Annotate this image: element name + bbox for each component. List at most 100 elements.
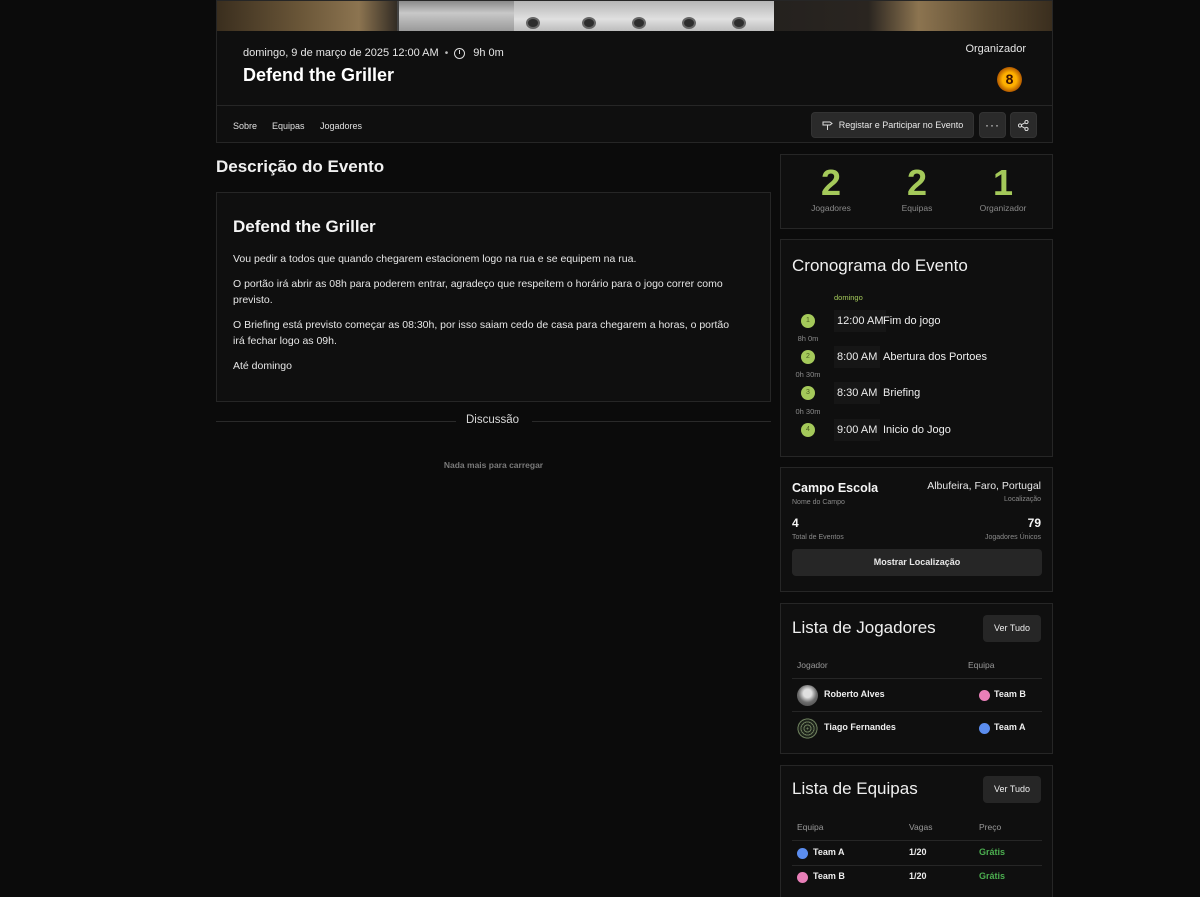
players-list-card: Lista de Jogadores Ver Tudo Jogador Equi…: [780, 603, 1053, 754]
schedule-item: 3 8:30 AM Briefing: [781, 382, 1052, 404]
stopwatch-icon: [454, 47, 466, 59]
table-row[interactable]: Team B 1/20 Grátis: [792, 865, 1042, 889]
schedule-day: domingo: [834, 293, 863, 302]
signpost-icon: [822, 121, 833, 130]
divider-line: [532, 421, 771, 422]
schedule-title: Cronograma do Evento: [792, 256, 968, 275]
stats-card: 2 Jogadores 2 Equipas 1 Organizador: [780, 154, 1053, 229]
event-title: Defend the Griller: [243, 65, 395, 85]
schedule-item: 1 12:00 AM Fim do jogo: [781, 310, 1052, 332]
player-name[interactable]: Tiago Fernandes: [824, 722, 896, 732]
schedule-card: Cronograma do Evento domingo 1 12:00 AM …: [780, 239, 1053, 457]
team-slots: 1/20: [909, 871, 927, 881]
teams-list-title: Lista de Equipas: [792, 779, 918, 798]
stat-players: 2 Jogadores: [786, 162, 876, 214]
column-header-player: Jogador: [797, 660, 828, 670]
stat-label: Equipas: [901, 203, 933, 213]
divider-line: [216, 421, 456, 422]
team-slots: 1/20: [909, 847, 927, 857]
table-row[interactable]: Team A 1/20 Grátis: [792, 841, 1042, 865]
stat-value: 2: [906, 162, 928, 203]
empty-discussion-text: Nada mais para carregar: [443, 460, 544, 470]
tabs-bar: Sobre Equipas Jogadores Registar e Parti…: [217, 105, 1052, 142]
discussion-divider: Discussão: [216, 414, 771, 430]
register-button[interactable]: Registar e Participar no Evento: [811, 112, 974, 138]
more-options-button[interactable]: ···: [979, 112, 1006, 138]
description-heading: Descrição do Evento: [216, 157, 385, 176]
description-paragraph: Vou pedir a todos que quando chegarem es…: [233, 253, 637, 265]
team-price: Grátis: [979, 847, 1006, 857]
schedule-item: 4 9:00 AM Inicio do Jogo: [781, 419, 1052, 441]
description-paragraph: Até domingo: [233, 360, 292, 372]
ellipsis-icon: ···: [985, 118, 1000, 132]
stat-value: 2: [820, 162, 842, 203]
schedule-name: Inicio do Jogo: [883, 424, 951, 436]
column-header-team: Equipa: [968, 660, 995, 670]
avatar: [797, 718, 818, 739]
schedule-name: Fim do jogo: [883, 315, 941, 327]
share-button[interactable]: [1010, 112, 1037, 138]
team-name: Team B: [813, 871, 845, 881]
stat-label: Organizador: [979, 203, 1027, 213]
table-row[interactable]: Tiago Fernandes Team A: [792, 712, 1042, 744]
venue-location-label: Localização: [1004, 496, 1041, 503]
discussion-label: Discussão: [466, 414, 520, 426]
view-all-players-button[interactable]: Ver Tudo: [983, 615, 1041, 642]
players-list-title: Lista de Jogadores: [792, 618, 936, 637]
team-name: Team B: [994, 689, 1026, 699]
step-badge: 1: [801, 314, 815, 328]
column-header-slots: Vagas: [909, 822, 933, 832]
team-price: Grátis: [979, 871, 1006, 881]
total-events-label: Total de Eventos: [792, 534, 844, 541]
venue-name: Campo Escola: [792, 481, 879, 495]
event-header: domingo, 9 de março de 2025 12:00 AM • 9…: [216, 0, 1053, 143]
schedule-item: 2 8:00 AM Abertura dos Portoes: [781, 346, 1052, 368]
description-body: Vou pedir a todos que quando chegarem es…: [233, 251, 733, 383]
step-badge: 2: [801, 350, 815, 364]
event-date: domingo, 9 de março de 2025 12:00 AM: [243, 47, 439, 59]
view-all-teams-button[interactable]: Ver Tudo: [983, 776, 1041, 803]
stat-organizers: 1 Organizador: [958, 162, 1048, 214]
description-paragraph: O portão irá abrir as 08h para poderem e…: [233, 278, 723, 306]
show-location-button[interactable]: Mostrar Localização: [792, 549, 1042, 576]
description-card: Defend the Griller Vou pedir a todos que…: [216, 192, 771, 402]
schedule-gap: 8h 0m: [797, 334, 819, 343]
register-label: Registar e Participar no Evento: [838, 120, 964, 130]
tab-equipas[interactable]: Equipas: [272, 121, 305, 131]
event-meta: domingo, 9 de março de 2025 12:00 AM • 9…: [243, 47, 504, 59]
stat-teams: 2 Equipas: [872, 162, 962, 214]
schedule-time: 8:00 AM: [834, 346, 881, 368]
event-duration: 9h 0m: [473, 47, 504, 59]
schedule-time: 9:00 AM: [834, 419, 881, 441]
organizer-label: Organizador: [965, 43, 1026, 55]
tab-sobre[interactable]: Sobre: [233, 121, 257, 131]
table-row[interactable]: Roberto Alves Team B: [792, 679, 1042, 711]
organizer-avatar[interactable]: 8: [997, 67, 1022, 92]
avatar: [797, 685, 818, 706]
schedule-gap: 0h 30m: [795, 407, 821, 416]
stat-label: Jogadores: [811, 203, 851, 213]
team-color-dot: [797, 872, 808, 883]
share-icon: [1018, 119, 1029, 131]
stat-value: 1: [992, 162, 1014, 203]
schedule-name: Briefing: [883, 387, 921, 399]
schedule-time: 12:00 AM: [834, 310, 887, 332]
unique-players-label: Jogadores Únicos: [984, 534, 1041, 541]
total-events-value: 4: [792, 516, 799, 530]
team-name: Team A: [994, 722, 1026, 732]
player-name[interactable]: Roberto Alves: [824, 689, 885, 699]
schedule-gap: 0h 30m: [795, 370, 821, 379]
team-color-dot: [797, 848, 808, 859]
description-paragraph: O Briefing está previsto começar as 08:3…: [233, 319, 730, 347]
description-title: Defend the Griller: [233, 217, 376, 236]
schedule-name: Abertura dos Portoes: [883, 351, 987, 363]
venue-location: Albufeira, Faro, Portugal: [927, 480, 1041, 492]
team-name: Team A: [813, 847, 845, 857]
tab-jogadores[interactable]: Jogadores: [320, 121, 362, 131]
column-header-price: Preço: [979, 822, 1002, 832]
schedule-time: 8:30 AM: [834, 382, 881, 404]
team-color-dot: [979, 690, 990, 701]
meta-separator: •: [444, 47, 449, 59]
grill-image: [397, 1, 774, 31]
unique-players-value: 79: [1027, 516, 1041, 530]
